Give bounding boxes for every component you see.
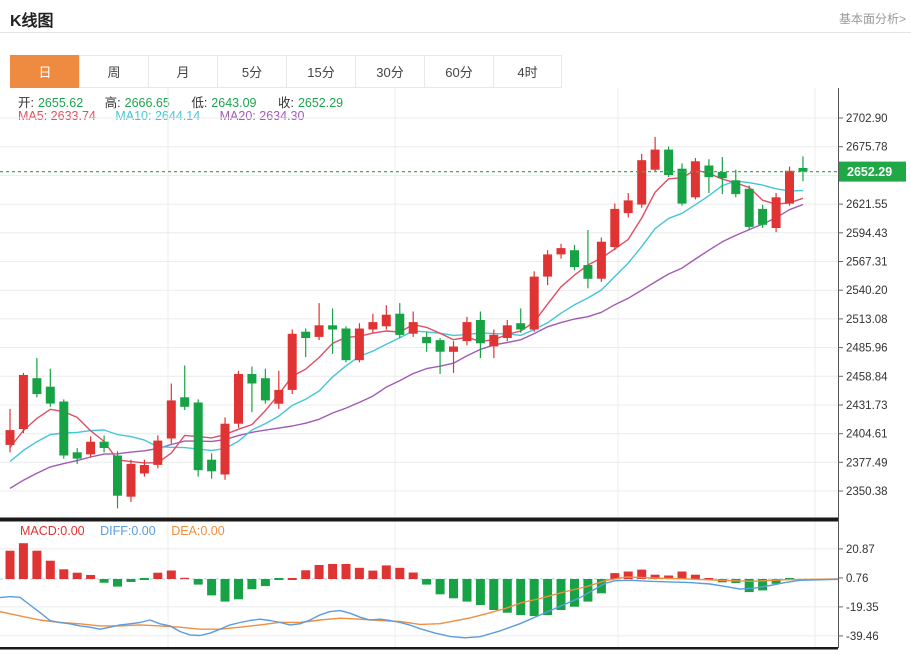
- tab-4时[interactable]: 4时: [493, 55, 562, 88]
- svg-text:2594.43: 2594.43: [846, 228, 888, 240]
- svg-text:-39.46: -39.46: [846, 631, 879, 643]
- svg-text:-19.35: -19.35: [846, 602, 879, 614]
- svg-text:2621.55: 2621.55: [846, 199, 888, 211]
- diff-value: DIFF:0.00: [100, 524, 156, 538]
- svg-text:2350.38: 2350.38: [846, 486, 888, 498]
- tab-15分[interactable]: 15分: [286, 55, 355, 88]
- dea-value: DEA:0.00: [171, 524, 225, 538]
- svg-text:2404.61: 2404.61: [846, 429, 888, 441]
- svg-text:0.76: 0.76: [846, 573, 868, 585]
- svg-text:2458.84: 2458.84: [846, 371, 888, 383]
- tab-60分[interactable]: 60分: [424, 55, 493, 88]
- svg-text:2540.20: 2540.20: [846, 285, 888, 297]
- svg-text:2431.73: 2431.73: [846, 400, 888, 412]
- tab-5分[interactable]: 5分: [217, 55, 286, 88]
- page-title: K线图: [10, 7, 54, 31]
- svg-text:2702.90: 2702.90: [846, 113, 888, 125]
- svg-text:2675.78: 2675.78: [846, 142, 888, 154]
- macd-chart[interactable]: 20.87 0.76 -19.35 -39.46: [0, 520, 911, 655]
- tab-月[interactable]: 月: [148, 55, 217, 88]
- svg-text:2513.08: 2513.08: [846, 314, 888, 326]
- svg-text:20.87: 20.87: [846, 544, 875, 556]
- tab-日[interactable]: 日: [10, 55, 79, 88]
- macd-readout: MACD:0.00 DIFF:0.00 DEA:0.00: [20, 524, 237, 538]
- title-divider: [0, 32, 911, 33]
- svg-text:2377.49: 2377.49: [846, 457, 888, 469]
- svg-text:2567.31: 2567.31: [846, 257, 888, 269]
- price-axis-line: [838, 88, 839, 648]
- fundamental-analysis-link[interactable]: 基本面分析>: [839, 10, 906, 27]
- interval-tabbar: 日周月5分15分30分60分4时: [10, 55, 562, 88]
- tab-30分[interactable]: 30分: [355, 55, 424, 88]
- macd-value: MACD:0.00: [20, 524, 85, 538]
- tab-周[interactable]: 周: [79, 55, 148, 88]
- svg-text:2485.96: 2485.96: [846, 343, 888, 355]
- candlestick-chart[interactable]: 2702.902675.782648.672621.552594.432567.…: [0, 88, 911, 525]
- svg-text:2652.29: 2652.29: [847, 165, 892, 179]
